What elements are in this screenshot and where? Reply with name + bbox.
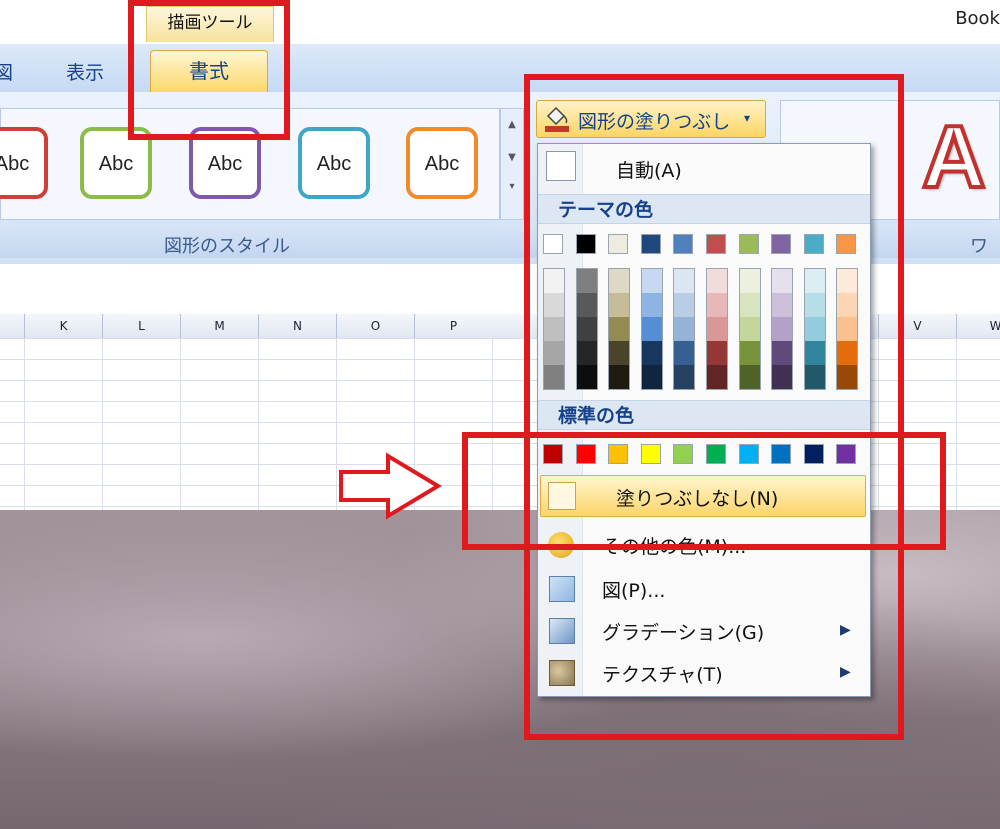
tab-partial[interactable]: 図 [0, 58, 13, 85]
highlight-box-fill-menu [524, 74, 904, 740]
grid-line [180, 338, 181, 510]
wordart-style-preview[interactable]: A [920, 110, 988, 204]
grid-line [336, 338, 337, 510]
grid-line [258, 338, 259, 510]
scroll-up-icon[interactable]: ▲ [501, 119, 523, 130]
column-header[interactable]: O [336, 314, 414, 338]
gallery-more-icon[interactable]: ▾ [501, 181, 523, 192]
grid-line [956, 338, 957, 510]
column-header[interactable]: M [180, 314, 258, 338]
wordart-group-label: ワ [970, 236, 988, 257]
shape-styles-group-label: 図形のスタイル [164, 236, 290, 257]
highlight-box-drawing-tools [128, 0, 290, 140]
scroll-down-icon[interactable]: ▼ [501, 152, 523, 163]
shape-style-swatch[interactable]: Abc [406, 127, 478, 199]
column-header[interactable]: L [102, 314, 180, 338]
grid-line [24, 338, 25, 510]
column-header[interactable]: K [24, 314, 102, 338]
highlight-box-no-fill [462, 432, 946, 550]
pointer-arrow-icon [339, 452, 442, 520]
shape-style-swatch[interactable]: Abc [298, 127, 370, 199]
gallery-scroll[interactable]: ▲ ▼ ▾ [500, 108, 524, 220]
grid-line [102, 338, 103, 510]
column-header[interactable]: P [414, 314, 492, 338]
app-title: Book [955, 8, 1000, 29]
shape-style-swatch[interactable]: Abc [0, 127, 48, 199]
column-header[interactable]: W [956, 314, 1000, 338]
tab-view[interactable]: 表示 [66, 58, 104, 85]
column-header[interactable]: N [258, 314, 336, 338]
